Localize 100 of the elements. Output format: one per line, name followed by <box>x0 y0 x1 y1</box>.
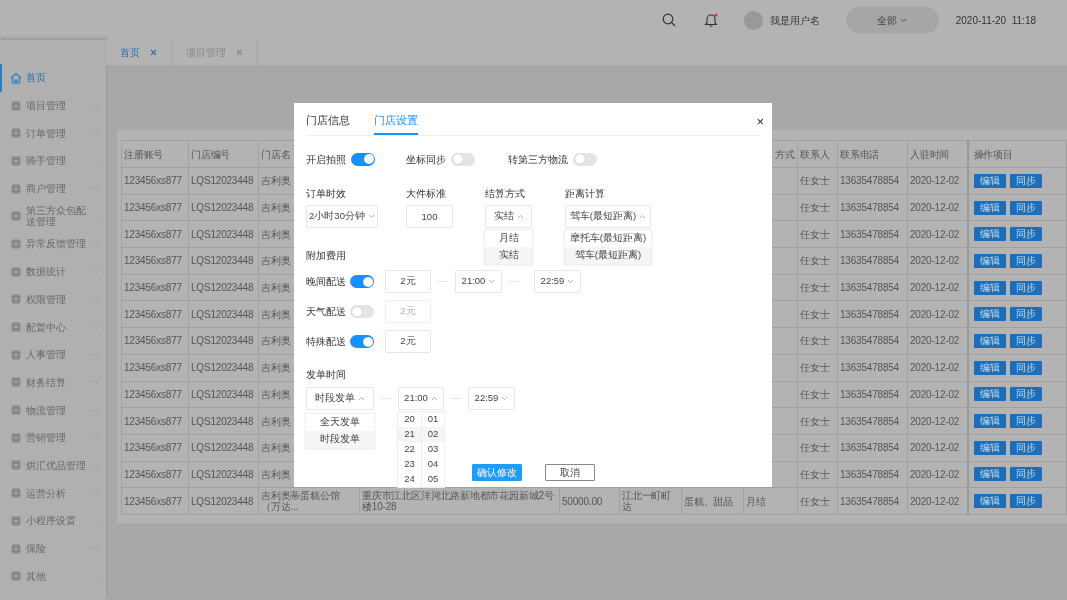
edit-button[interactable]: 编辑 <box>973 440 1006 455</box>
time-select[interactable]: 22:59 <box>534 270 581 293</box>
sync-button[interactable]: 同步 <box>1009 494 1042 509</box>
time-option[interactable]: 22 <box>398 442 421 457</box>
time-option[interactable]: 21 <box>398 427 421 442</box>
time-select[interactable]: 21:00 <box>455 270 502 293</box>
cancel-button[interactable]: 取消 <box>544 464 595 481</box>
sync-button[interactable]: 同步 <box>1009 387 1042 402</box>
sync-button[interactable]: 同步 <box>1009 227 1042 242</box>
sync-button[interactable]: 同步 <box>1009 440 1042 455</box>
dropdown-option[interactable]: 驾车(最短距离) <box>565 247 651 264</box>
select-field[interactable]: 实结 <box>485 205 532 228</box>
edit-button[interactable]: 编辑 <box>973 253 1006 268</box>
table-cell: 13635478854 <box>840 228 899 240</box>
select-field[interactable]: 2小时30分钟 <box>306 205 378 228</box>
sync-button[interactable]: 同步 <box>1009 333 1042 348</box>
square-icon <box>10 570 22 583</box>
edit-button[interactable]: 编辑 <box>973 173 1006 188</box>
dialog-tab[interactable]: 门店设置 <box>374 111 418 135</box>
sync-button[interactable]: 同步 <box>1009 253 1042 268</box>
time-option[interactable]: 24 <box>398 472 421 487</box>
dropdown-option[interactable]: 时段发单 <box>306 431 374 448</box>
sidebar-item[interactable]: 其他 <box>0 562 106 591</box>
time-select[interactable]: 21:00 <box>398 387 444 410</box>
fee-field[interactable]: 2元 <box>385 270 431 293</box>
time-option[interactable]: 20 <box>398 412 421 427</box>
time-option[interactable]: 04 <box>422 457 444 472</box>
edit-button[interactable]: 编辑 <box>973 307 1006 322</box>
time-option[interactable]: 02 <box>422 427 444 442</box>
table-cell: 123456xs877 <box>124 228 182 240</box>
toggle-switch[interactable] <box>350 305 374 318</box>
edit-button[interactable]: 编辑 <box>973 414 1006 429</box>
time-select[interactable]: 22:59 <box>468 387 515 410</box>
sidebar-item[interactable]: 营销管理 <box>0 423 106 452</box>
select-field[interactable]: 驾车(最短距离) <box>565 205 651 228</box>
table-cell: 2020-12-02 <box>910 415 960 427</box>
toggle-switch[interactable] <box>573 152 597 166</box>
mode-select[interactable]: 时段发单 <box>306 387 374 410</box>
time-option[interactable]: 23 <box>398 457 421 472</box>
edit-button[interactable]: 编辑 <box>973 467 1006 482</box>
sync-button[interactable]: 同步 <box>1009 307 1042 322</box>
table-cell: 任女士 <box>800 202 830 214</box>
time-option[interactable]: 01 <box>422 412 444 427</box>
scope-dropdown[interactable]: 全部 <box>845 7 939 33</box>
sidebar-item[interactable]: 财务结算 <box>0 368 106 397</box>
table-cell: 吉利奥 <box>261 468 291 480</box>
sidebar-item[interactable]: 订单管理 <box>0 119 106 148</box>
sidebar-item[interactable]: 异常反馈管理 <box>0 230 106 258</box>
edit-button[interactable]: 编辑 <box>973 280 1006 295</box>
table-cell: 123456xs877 <box>124 308 182 320</box>
dropdown-option[interactable]: 摩托车(最短距离) <box>565 230 651 247</box>
sync-button[interactable]: 同步 <box>1009 414 1042 429</box>
avatar[interactable] <box>743 10 763 30</box>
sidebar-item[interactable]: 骑手管理 <box>0 147 106 175</box>
sidebar-item[interactable]: 小程序设置 <box>0 507 106 535</box>
user-name[interactable]: 我是用户名 <box>769 12 820 28</box>
toggle-switch[interactable] <box>350 275 374 288</box>
dropdown-option[interactable]: 实结 <box>485 247 532 264</box>
sidebar-item[interactable]: 商户管理 <box>0 174 106 203</box>
edit-button[interactable]: 编辑 <box>973 333 1006 348</box>
sidebar-item[interactable]: 配置中心 <box>0 313 106 341</box>
close-button[interactable]: × <box>756 115 764 128</box>
table-cell: 13635478854 <box>840 282 899 294</box>
edit-button[interactable]: 编辑 <box>973 494 1006 509</box>
toggle-switch[interactable] <box>451 152 475 166</box>
time-option[interactable]: 03 <box>422 442 444 457</box>
sync-button[interactable]: 同步 <box>1009 200 1042 215</box>
confirm-button[interactable]: 确认修改 <box>471 464 522 481</box>
input-field[interactable]: 100 <box>406 205 453 228</box>
time-option[interactable]: 05 <box>422 472 444 487</box>
sidebar-item[interactable]: 首页 <box>0 64 106 92</box>
sidebar-item[interactable]: 物流管理 <box>0 396 106 424</box>
sidebar-item[interactable]: 运营分析 <box>0 479 106 507</box>
sidebar-item[interactable]: 数据统计 <box>0 257 106 286</box>
sidebar-item[interactable]: 项目管理 <box>0 91 106 120</box>
square-icon <box>10 154 22 167</box>
sync-button[interactable]: 同步 <box>1009 280 1042 295</box>
sidebar-item[interactable]: 权限管理 <box>0 285 106 314</box>
sidebar-item[interactable]: 保险 <box>0 534 106 563</box>
page-tab[interactable]: 首页 <box>106 40 172 65</box>
dropdown-option[interactable]: 全天发单 <box>306 414 374 431</box>
table-cell: 任女士 <box>800 468 830 480</box>
sidebar-item[interactable]: 第三方众包配送管理 <box>0 202 106 231</box>
edit-button[interactable]: 编辑 <box>973 227 1006 242</box>
chevron-down-icon <box>488 279 496 284</box>
dialog-tab[interactable]: 门店信息 <box>306 111 350 135</box>
edit-button[interactable]: 编辑 <box>973 387 1006 402</box>
sync-button[interactable]: 同步 <box>1009 360 1042 375</box>
sync-button[interactable]: 同步 <box>1009 467 1042 482</box>
sync-button[interactable]: 同步 <box>1009 173 1042 188</box>
edit-button[interactable]: 编辑 <box>973 200 1006 215</box>
toggle-switch[interactable] <box>350 335 374 348</box>
sidebar-item[interactable]: 人事管理 <box>0 340 106 369</box>
table-cell: 吉利奥 <box>261 175 291 187</box>
fee-field[interactable]: 2元 <box>385 330 431 353</box>
edit-button[interactable]: 编辑 <box>973 360 1006 375</box>
sidebar-item[interactable]: 烘汇优品管理 <box>0 451 106 480</box>
column-header: 操作项目 <box>973 148 1013 160</box>
toggle-switch[interactable] <box>351 152 375 166</box>
dropdown-option[interactable]: 月结 <box>485 230 532 247</box>
